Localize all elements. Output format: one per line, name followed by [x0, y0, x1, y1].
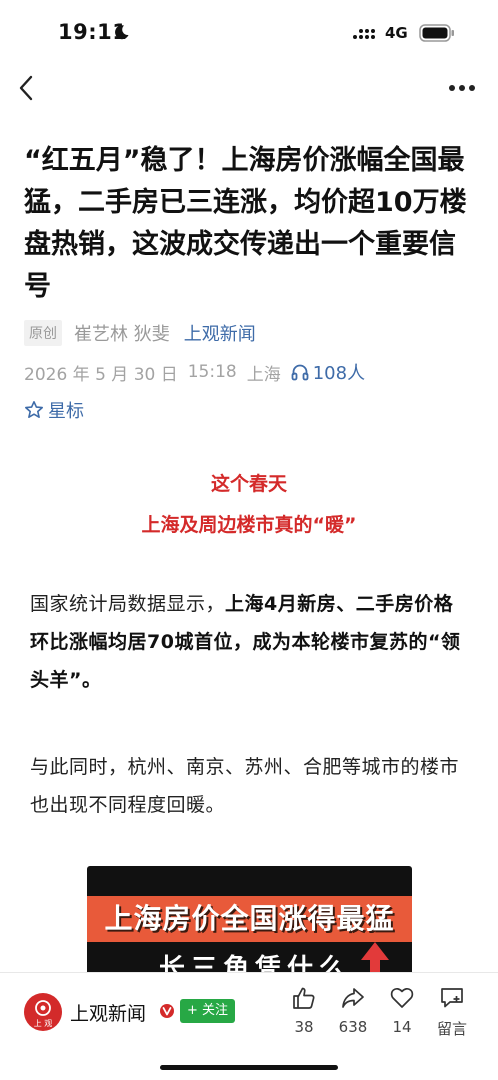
listen-count[interactable]: 108人 [313, 359, 365, 385]
source-link[interactable]: 上观新闻 [184, 320, 256, 346]
outlet-logo-mark-icon [35, 1000, 51, 1016]
home-indicator[interactable] [160, 1065, 338, 1070]
body-paragraph: 与此同时，杭州、南京、苏州、合肥等城市的楼市也出现不同程度回暖。 [30, 756, 460, 816]
status-bar: 19:11 4G [0, 0, 498, 66]
like-button[interactable]: 38 [276, 985, 332, 1036]
bottom-action-bar: 上 观 上观新闻 + 关注 38 638 14 留言 [0, 972, 498, 1080]
comment-button[interactable]: 留言 [424, 985, 480, 1039]
outlet-name[interactable]: 上观新闻 [70, 999, 146, 1026]
share-count: 638 [338, 1018, 368, 1036]
favorite-button[interactable]: 14 [374, 985, 430, 1036]
favorite-count: 14 [392, 1018, 412, 1036]
moon-icon [115, 25, 129, 40]
comment-icon [441, 988, 463, 1008]
para1-text: 国家统计局数据显示， [30, 593, 226, 615]
section-heading-line2: 上海及周边楼市真的“暖” [141, 514, 357, 536]
image-caption-line1: 上海房价全国涨得最猛 [104, 902, 395, 935]
share-button[interactable]: 638 [325, 985, 381, 1036]
publish-location: 上海 [246, 364, 281, 385]
signal-dots-icon [353, 29, 375, 39]
share-arrow-icon [342, 988, 364, 1008]
star-icon [25, 401, 43, 418]
publish-time: 15:18 [187, 362, 237, 382]
like-count: 38 [294, 1018, 314, 1036]
battery-icon [419, 24, 454, 42]
comment-label: 留言 [436, 1020, 467, 1038]
section-heading-line1: 这个春天 [210, 473, 287, 495]
heart-icon [390, 987, 414, 1008]
star-button[interactable]: 星标 [24, 396, 84, 424]
network-label: 4G [385, 24, 408, 42]
thumbs-up-icon [293, 987, 315, 1009]
body-paragraph: 国家统计局数据显示，上海4月新房、二手房价格环比涨幅均居70城首位，成为本轮楼市… [30, 585, 470, 699]
verified-badge-icon [160, 1004, 174, 1018]
outlet-logo-text: 上 观 [33, 1019, 53, 1028]
original-badge: 原创 [24, 320, 62, 346]
article-title: “红五月”稳了！上海房价涨幅全国最猛，二手房已三连涨，均价超10万楼盘热销，这波… [24, 145, 467, 302]
byline: 原创 崔艺林 狄斐 上观新闻 [24, 318, 256, 348]
chevron-left-icon[interactable] [16, 72, 38, 104]
headphone-icon[interactable] [291, 363, 309, 381]
more-dots-icon[interactable] [448, 84, 476, 92]
follow-button[interactable]: + 关注 [180, 999, 236, 1023]
author-names: 崔艺林 狄斐 [74, 324, 170, 345]
publish-date: 2026 年 5 月 30 日 [24, 364, 178, 385]
up-arrow-icon [361, 942, 389, 976]
article-image[interactable]: 上海房价全国涨得最猛 长三角凭什么 [87, 866, 412, 976]
article-meta: 2026 年 5 月 30 日 15:18 上海 108人 [24, 358, 375, 386]
outlet-logo[interactable]: 上 观 [24, 993, 62, 1031]
star-label: 星标 [48, 401, 84, 422]
